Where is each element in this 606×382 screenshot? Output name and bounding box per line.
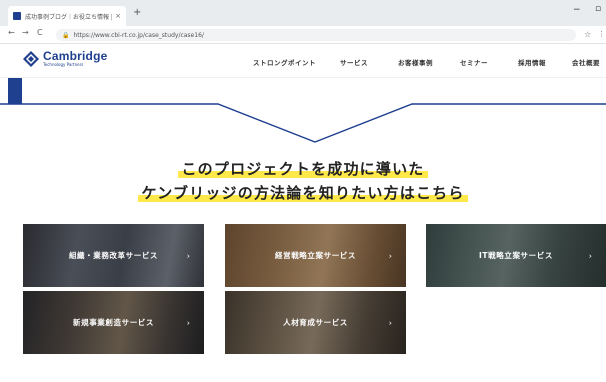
forward-icon[interactable]: → <box>22 29 29 37</box>
address-bar[interactable]: 🔒 https://www.cbi-rt.co.jp/case_study/ca… <box>56 29 576 41</box>
chevron-right-icon: › <box>186 251 190 260</box>
minimize-icon[interactable]: − <box>573 5 581 15</box>
maximize-icon[interactable]: ▫ <box>595 4 601 14</box>
back-icon[interactable]: ← <box>8 29 15 37</box>
tab-close-icon[interactable]: × <box>115 12 121 20</box>
nav-services[interactable]: サービス <box>340 57 368 67</box>
logo[interactable]: Cambridge Technology Partners <box>22 50 107 68</box>
nav-seminars[interactable]: セミナー <box>460 57 488 67</box>
browser-tab-bar: 成功事例ブログ｜お役立ち情報 | ... × + − ▫ <box>0 0 606 26</box>
service-card-label: IT戦略立案サービス <box>479 251 553 260</box>
new-tab-icon[interactable]: + <box>133 8 141 18</box>
service-card-org-reform[interactable]: 組織・業務改革サービス › <box>23 224 204 287</box>
nav-recruit[interactable]: 採用情報 <box>518 57 546 67</box>
browser-toolbar: ← → C 🔒 https://www.cbi-rt.co.jp/case_st… <box>0 26 606 44</box>
cta-heading-line2: ケンブリッジの方法論を知りたい方はこちら <box>0 182 606 203</box>
menu-icon[interactable]: ⋮ <box>598 30 605 38</box>
service-card-it-strategy[interactable]: IT戦略立案サービス › <box>426 224 606 287</box>
service-card-label: 人材育成サービス <box>283 318 348 327</box>
bookmark-star-icon[interactable]: ☆ <box>584 30 591 39</box>
service-card-new-business[interactable]: 新規事業創造サービス › <box>23 291 204 354</box>
nav-company[interactable]: 会社概要 <box>572 57 600 67</box>
browser-tab[interactable]: 成功事例ブログ｜お役立ち情報 | ... × <box>8 6 126 26</box>
service-card-label: 組織・業務改革サービス <box>68 251 159 260</box>
tab-title: 成功事例ブログ｜お役立ち情報 | ... <box>25 13 113 21</box>
lock-icon: 🔒 <box>62 31 70 39</box>
favicon-icon <box>13 12 21 20</box>
cta-heading-line1: このプロジェクトを成功に導いた <box>0 158 606 179</box>
reload-icon[interactable]: C <box>37 29 43 37</box>
service-card-label: 新規事業創造サービス <box>73 318 154 327</box>
site-header: Cambridge Technology Partners ストロングポイント … <box>0 44 606 78</box>
nav-strong-point[interactable]: ストロングポイント <box>253 57 316 67</box>
service-card-strategy[interactable]: 経営戦略立案サービス › <box>225 224 406 287</box>
chevron-right-icon: › <box>186 318 190 327</box>
service-card-talent-development[interactable]: 人材育成サービス › <box>225 291 406 354</box>
chevron-right-icon: › <box>588 251 592 260</box>
chevron-right-icon: › <box>388 251 392 260</box>
nav-case-studies[interactable]: お客様事例 <box>398 57 433 67</box>
logo-text: Cambridge <box>43 49 108 63</box>
url-text[interactable]: https://www.cbi-rt.co.jp/case_study/case… <box>73 32 203 39</box>
service-card-label: 経営戦略立案サービス <box>275 251 356 260</box>
down-chevron-divider <box>0 103 606 143</box>
logo-mark-icon <box>22 50 40 68</box>
chevron-right-icon: › <box>388 318 392 327</box>
